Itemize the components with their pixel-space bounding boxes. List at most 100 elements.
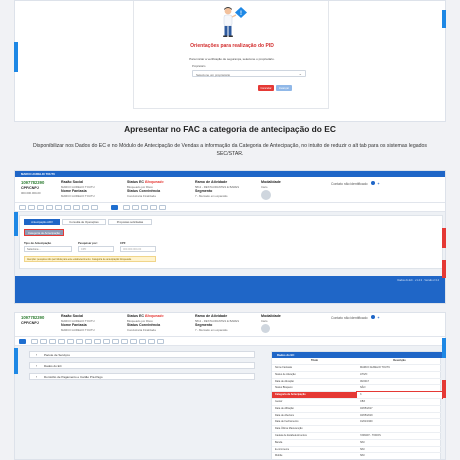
detail-row: Gestor CBX: [272, 397, 442, 405]
toolbar-button-7[interactable]: [73, 205, 80, 210]
confirm-button[interactable]: Avançar: [276, 85, 292, 91]
side-tab-right-3b[interactable]: [442, 380, 446, 398]
detail-row: Data de Ativação 06/2017: [272, 377, 442, 385]
detail-row-title: Mobile: [275, 454, 283, 458]
info-icon[interactable]: [370, 181, 375, 185]
tab-antecipacao-arv[interactable]: Antecipação ARV: [24, 219, 60, 225]
toolbar-button-8[interactable]: [82, 205, 89, 210]
add-icon-2[interactable]: +: [377, 316, 379, 320]
toolbar2-button-5[interactable]: [58, 339, 65, 344]
convivencia-value: Convivência Finalizada: [127, 194, 156, 198]
screenshot-dados-ec: 1097782390 CPF/CNPJ Razão Social MARCO A…: [14, 312, 446, 460]
side-tab-right-2b[interactable]: [442, 260, 446, 278]
modal-title: Orientações para realização do PID: [190, 43, 274, 49]
convivencia-value-2: Convivência Finalizada: [127, 328, 156, 332]
side-tab-right-1[interactable]: [442, 10, 446, 28]
side-tab-right-2a[interactable]: [442, 228, 446, 248]
toolbar2-button-14[interactable]: [139, 339, 146, 344]
footer-text: Dados do EC · v1.4.3 · Versão 2.3.4: [397, 279, 439, 282]
chevron-down-icon: ⌄: [298, 71, 302, 76]
antecipacao-card: Antecipação ARV Consulta de Operações Pr…: [19, 215, 443, 269]
toolbar2-button-16[interactable]: [157, 339, 164, 344]
status-badge-2: Bloqueado: [144, 314, 164, 318]
svg-text:!: !: [240, 11, 242, 17]
toolbar2-button-9[interactable]: [94, 339, 101, 344]
segmento-value: 7 - Mercado em expansão: [195, 194, 228, 198]
cpf-input[interactable]: 000.000.000-00: [120, 246, 156, 252]
detail-row-value: SIM: [360, 454, 365, 458]
chevron-right-icon: ›: [36, 375, 38, 379]
detail-row: Status de Ativação ATIVO: [272, 370, 442, 378]
section-description: Disponibilizar nos Dados do EC e no Módu…: [33, 143, 427, 157]
fantasia-value: MARCO AURELIO TOUTU: [61, 194, 95, 198]
toolbar2-button-8[interactable]: [85, 339, 92, 344]
chevron-right-icon: ›: [36, 364, 38, 368]
toolbar-button-14[interactable]: [159, 205, 166, 210]
toolbar2-button-7[interactable]: [76, 339, 83, 344]
toolbar2-button-2[interactable]: [31, 339, 38, 344]
category-chip: Categoria de Antecipação: [24, 229, 65, 236]
modal-card: ! Orientações para realização do PID Par…: [133, 1, 329, 109]
support-person-illustration: !: [223, 7, 247, 37]
dados-ec-header[interactable]: Dados do EC: [272, 352, 442, 358]
detail-row: E-commerce SIM: [272, 445, 442, 453]
toolbar-button-4[interactable]: [46, 205, 53, 210]
detail-rows: Nome Fantasia MARCO AURELIO TOUTU Status d…: [272, 364, 443, 459]
side-tab-left-2[interactable]: [14, 212, 18, 236]
side-tab-left-1[interactable]: [14, 42, 18, 72]
detail-row: Data Última Manutenção: [272, 425, 442, 432]
toolbar-button-1[interactable]: [19, 205, 26, 210]
toolbar2-button-3[interactable]: [40, 339, 47, 344]
toolbar-button-5[interactable]: [55, 205, 62, 210]
top-screenshot: ! Orientações para realização do PID Par…: [14, 0, 446, 122]
toolbar2-button-15[interactable]: [148, 339, 155, 344]
side-tab-left-3[interactable]: [14, 348, 18, 374]
dados-ec-header-title: Dados do EC: [277, 353, 295, 357]
toolbar2-button-4[interactable]: [49, 339, 56, 344]
tab-consulta-operacoes[interactable]: Consulta de Operações: [62, 219, 106, 225]
toolbar-button-12[interactable]: [141, 205, 148, 210]
toolbar-button-antecipacao[interactable]: [111, 205, 118, 210]
toolbar-button-11[interactable]: [132, 205, 139, 210]
accordion-domicilio[interactable]: › Domicílio de Pagamento e Cartão Pré-Pag…: [29, 373, 255, 380]
warning-banner: Atenção: pesquisa não permitida para est…: [24, 256, 156, 262]
section-heading: Apresentar no FAC a categoria de antecip…: [124, 124, 336, 134]
avatar: [261, 190, 271, 200]
accordion-pacote-servicos[interactable]: › Pacote de Serviços: [29, 351, 255, 358]
toolbar2-button-10[interactable]: [103, 339, 110, 344]
toolbar-button-6[interactable]: [64, 205, 71, 210]
owner-select[interactable]: Selecione um proprietário ⌄: [192, 70, 306, 77]
info-icon-2[interactable]: [370, 315, 375, 319]
toolbar2-button-home[interactable]: [19, 339, 26, 344]
screenshot-antecipacao: MARCO AURELIO TOUTU 1097782390 CPF/CNPJ …: [14, 170, 446, 304]
detail-row: Categoria de Antecipação 3: [272, 391, 443, 400]
ec-header-2: 1097782390 CPF/CNPJ Razão Social MARCO A…: [15, 313, 445, 337]
toolbar2-button-12[interactable]: [121, 339, 128, 344]
detail-row: Status Bloqueio NÃO: [272, 384, 442, 391]
add-icon[interactable]: +: [377, 182, 379, 186]
form-label-cpf: CPF: [120, 241, 126, 245]
detail-row: Cadeia de Estabelecimentos 7208497 - TODO…: [272, 431, 442, 439]
detail-row: Data de Fechamento 01/01/1900: [272, 418, 442, 425]
toolbar-button-2[interactable]: [28, 205, 35, 210]
toolbar2-button-11[interactable]: [112, 339, 119, 344]
toolbar2-button-13[interactable]: [130, 339, 137, 344]
tipo-select[interactable]: Selecione...: [24, 246, 72, 252]
dados-ec-panel: Dados do EC Título Descrição Nome Fantas…: [271, 351, 443, 459]
toolbar2-button-6[interactable]: [67, 339, 74, 344]
toolbar-button-9[interactable]: [91, 205, 98, 210]
cancel-button[interactable]: Cancelar: [258, 85, 274, 91]
toolbar-button-13[interactable]: [150, 205, 157, 210]
contact-status: Contato não identificado +: [331, 181, 380, 186]
toolbar-button-10[interactable]: [123, 205, 130, 210]
tab-propostas[interactable]: Propostas solicitadas: [108, 219, 152, 225]
toolbar-button-3[interactable]: [37, 205, 44, 210]
side-tab-right-3[interactable]: [442, 338, 446, 358]
status-badge: Bloqueado: [144, 180, 164, 184]
form-label-tipo: Tipo de Antecipação: [24, 241, 52, 245]
form-label-pesquisar: Pesquisar por:: [78, 241, 98, 245]
detail-row: Nome Fantasia MARCO AURELIO TOUTU: [272, 364, 442, 371]
accordion-dados-ec[interactable]: › Dados do EC: [29, 362, 255, 369]
pesquisar-select[interactable]: CPF: [78, 246, 114, 252]
fantasia-value-2: MARCO AURELIO TOUTU: [61, 328, 95, 332]
